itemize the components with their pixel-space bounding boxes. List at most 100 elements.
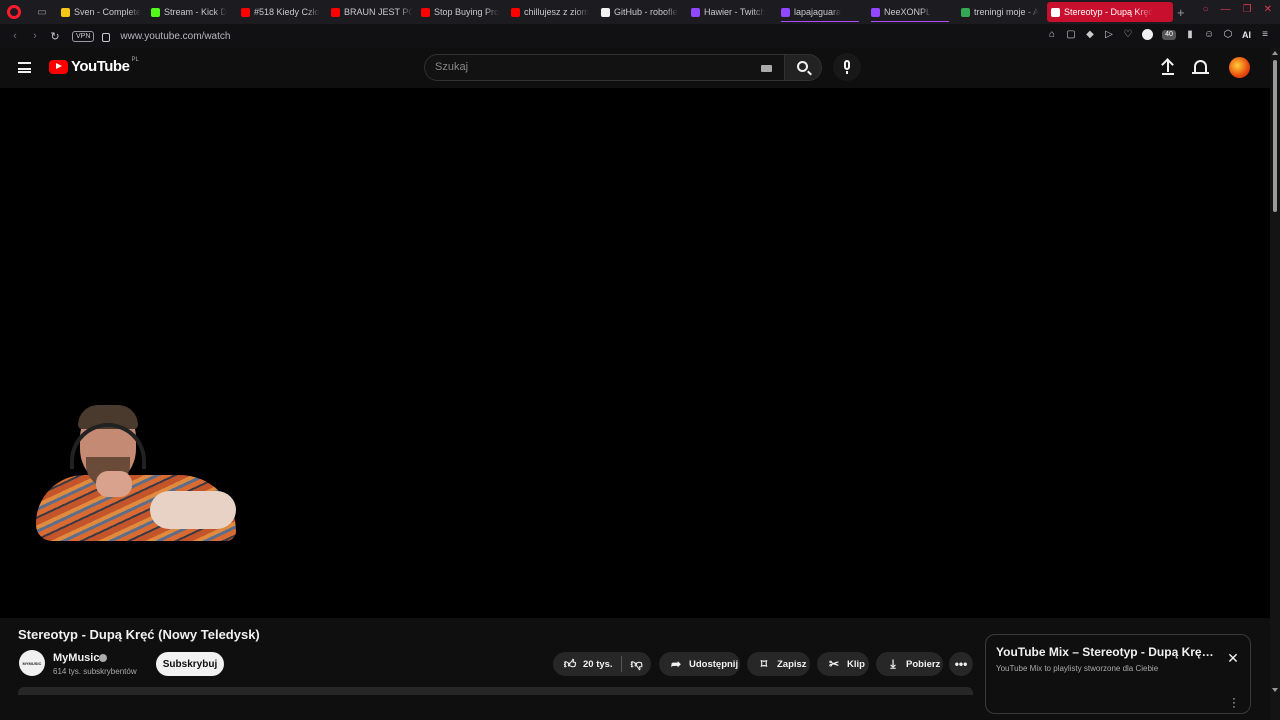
menu-icon[interactable]: ≡ [1260,29,1270,40]
like-divider [620,656,622,672]
keyboard-icon[interactable] [761,65,772,72]
battery-icon[interactable]: ▮ [1185,29,1195,40]
more-vertical-icon[interactable]: · · · [1232,694,1236,713]
browser-tab[interactable]: NeeXONPL [867,2,957,22]
download-button[interactable]: ⤓ Pobierz [876,652,943,676]
browser-tab[interactable]: #518 Kiedy Czło [237,2,327,22]
lock-icon[interactable] [102,32,111,42]
webcam-overlay [30,405,240,545]
youtube-icon [421,7,430,17]
new-tab-button[interactable]: + [1177,5,1191,20]
browser-tab-strip: ▭ Sven - Complete Stream - Kick D #518 Kie… [0,0,1280,24]
browser-tab[interactable]: Hawier - Twitch [687,2,777,22]
kick-icon [151,7,160,17]
region-code: PL [131,56,139,63]
mix-subtitle: YouTube Mix to playlisty stworzone dla C… [996,664,1159,673]
tab-manager-icon[interactable]: ▭ [35,6,49,18]
hamburger-menu-icon[interactable] [18,62,31,73]
channel-avatar[interactable]: MYMUSIC [19,650,45,676]
search-box [424,54,785,81]
user-icon[interactable]: ☺ [1204,29,1214,40]
subscribe-button[interactable]: Subskrybuj [156,652,224,676]
twitch-icon [781,7,790,17]
snapshot-icon[interactable]: ▢ [1066,29,1076,40]
back-button[interactable]: ‹ [6,30,24,42]
scroll-thumb[interactable] [1273,60,1277,212]
sheets-icon [961,7,970,17]
browser-tab[interactable]: lapajaguara [777,2,867,22]
verified-icon [99,654,107,662]
speaker-icon [1051,7,1060,17]
heart-icon[interactable]: ♡ [1123,29,1133,40]
pin-icon[interactable]: ⌂ [1047,29,1057,40]
like-count[interactable]: 20 tys. [583,659,613,670]
close-window-button[interactable]: ✕ [1264,4,1272,15]
scissors-icon: ✂ [828,657,840,671]
youtube-icon [241,7,250,17]
account-extension-icon[interactable] [1142,29,1153,40]
search-input[interactable] [435,61,735,73]
minimize-button[interactable]: — [1221,4,1231,15]
browser-tab-label: NeeXONPL [884,7,932,17]
browser-tab-label: lapajaguara [794,7,842,17]
browser-tab-label: Stop Buying Pro [434,7,500,17]
search-button[interactable] [784,54,822,81]
browser-tab[interactable]: BRAUN JEST PO [327,2,417,22]
subscriber-count: 614 tys. subskrybentów [53,667,137,676]
description-box[interactable] [18,687,973,695]
search-tabs-icon[interactable]: ○ [1203,4,1209,15]
dislike-icon[interactable]: 👎︎ [630,657,644,671]
notifications-bell-icon[interactable] [1192,60,1209,74]
browser-tab[interactable]: Stereotyp - Dupą Kręć [1047,2,1173,22]
maximize-button[interactable]: ❐ [1243,4,1252,15]
url-field[interactable]: www.youtube.com/watch [120,31,230,42]
upload-icon[interactable] [1162,59,1174,75]
reload-icon[interactable]: ↻ [46,30,64,43]
youtube-logo[interactable]: YouTube PL [49,56,139,75]
share-button[interactable]: ➦ Udostępnij [659,652,740,676]
extension-badge[interactable]: 40 [1162,29,1176,40]
browser-tab[interactable]: GitHub - robofle [597,2,687,22]
shield-icon[interactable]: ◆ [1085,29,1095,40]
page-scrollbar[interactable] [1270,48,1280,720]
browser-tab-label: Stream - Kick D [164,7,228,17]
download-label: Pobierz [906,658,941,670]
browser-tab-label: Hawier - Twitch [704,7,766,17]
youtube-wordmark: YouTube [71,58,130,75]
play-icon[interactable]: ▷ [1104,29,1114,40]
video-player[interactable] [0,88,1270,618]
clip-label: Klip [847,658,865,670]
clip-button[interactable]: ✂ Klip [817,652,869,676]
share-icon: ➦ [670,657,682,671]
download-icon: ⤓ [890,656,896,671]
browser-tab-label: GitHub - robofle [614,7,678,17]
upload-base [1162,73,1174,75]
save-label: Zapisz [777,658,807,670]
forward-button[interactable]: › [26,30,44,42]
browser-tab[interactable]: Sven - Complete [57,2,147,22]
browser-tab[interactable]: chillujesz z ziom [507,2,597,22]
close-icon[interactable]: ✕ [1226,651,1240,665]
user-avatar[interactable] [1229,57,1250,78]
mix-title[interactable]: YouTube Mix – Stereotyp - Dupą Kręć (Now… [996,645,1218,659]
scroll-down-arrow[interactable] [1272,688,1278,692]
twitch-icon [871,7,880,17]
browser-tab-label: BRAUN JEST PO [344,7,413,17]
vpn-badge[interactable]: VPN [72,30,95,42]
voice-search-button[interactable] [833,53,861,81]
window-controls: ○ — ❐ ✕ [1203,4,1272,15]
like-dislike-group: 👍︎ 20 tys. 👎︎ [553,652,651,676]
like-icon[interactable]: 👍︎ [563,657,577,671]
browser-tab[interactable]: Stop Buying Pro [417,2,507,22]
scroll-up-arrow[interactable] [1272,51,1278,55]
youtube-play-icon [49,59,68,74]
ai-button[interactable]: AI [1242,30,1251,40]
browser-tab[interactable]: treningi moje - A [957,2,1047,22]
opera-logo-icon[interactable] [7,5,21,19]
more-actions-button[interactable]: ••• [949,652,973,676]
browser-tab-label: treningi moje - A [974,7,1040,17]
browser-tab[interactable]: Stream - Kick D [147,2,237,22]
save-button[interactable]: ⌑ Zapisz [747,652,810,676]
channel-name[interactable]: MyMusic [53,652,99,664]
puzzle-extensions-icon[interactable]: ⬡ [1223,29,1233,40]
